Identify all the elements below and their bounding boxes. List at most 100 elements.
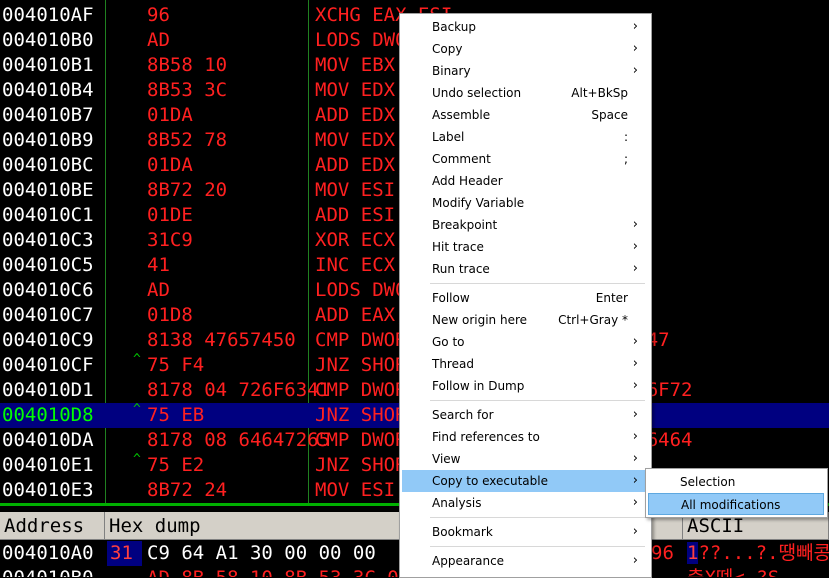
submenu-arrow-icon: › xyxy=(632,63,638,78)
menu-item-label: Comment xyxy=(432,152,491,166)
menu-separator xyxy=(430,546,645,547)
menu-item-label[interactable]: Label: xyxy=(402,126,648,148)
disasm-address: 004010C7 xyxy=(2,304,94,326)
menu-item-label: Thread xyxy=(432,357,474,371)
menu-item-appearance[interactable]: Appearance › xyxy=(402,550,648,572)
menu-item-shortcut: Enter xyxy=(595,291,628,305)
menu-item-hit-trace[interactable]: Hit trace › xyxy=(402,236,648,258)
menu-item-copy[interactable]: Copy › xyxy=(402,38,648,60)
disasm-address: 004010B4 xyxy=(2,79,94,101)
dump-hex-bytes: C9 64 A1 30 00 00 00 xyxy=(147,542,376,564)
submenu-arrow-icon: › xyxy=(632,473,638,488)
menu-item-modify-variable[interactable]: Modify Variable xyxy=(402,192,648,214)
disasm-address: 004010AF xyxy=(2,4,94,26)
submenu-arrow-icon: › xyxy=(632,495,638,510)
jump-arrow-icon: ^ xyxy=(133,402,141,417)
address-column-header[interactable]: Address xyxy=(0,512,105,540)
menu-item-follow[interactable]: Follow Enter xyxy=(402,287,648,309)
menu-item-go-to[interactable]: Go to › xyxy=(402,331,648,353)
disasm-address: 004010B1 xyxy=(2,54,94,76)
disasm-address: 004010CF xyxy=(2,354,94,376)
context-menu[interactable]: Backup › Copy › Binary › Undo selection Alt+BkS… xyxy=(399,13,652,578)
submenu-item-selection[interactable]: Selection xyxy=(648,471,824,493)
disasm-address: 004010C6 xyxy=(2,279,94,301)
disasm-address: 004010B9 xyxy=(2,129,94,151)
menu-item-label: Analysis xyxy=(432,496,482,510)
menu-item-copy-to-executable[interactable]: Copy to executable › xyxy=(402,470,648,492)
disasm-address: 004010C1 xyxy=(2,204,94,226)
submenu-arrow-icon: › xyxy=(632,261,638,276)
menu-item-undo-selection[interactable]: Undo selection Alt+BkSp xyxy=(402,82,648,104)
menu-item-shortcut: Alt+BkSp xyxy=(571,86,628,100)
menu-item-label: Backup xyxy=(432,20,476,34)
disasm-hex-bytes: 8B53 3C xyxy=(147,79,228,101)
disasm-hex-bytes: 01DA xyxy=(147,154,193,176)
menu-item-label: Copy to executable xyxy=(432,474,548,488)
disasm-hex-bytes: 75 E2 xyxy=(147,454,205,476)
menu-item-find-references-to[interactable]: Find references to › xyxy=(402,426,648,448)
submenu-arrow-icon: › xyxy=(632,334,638,349)
menu-item-label: Copy xyxy=(432,42,463,56)
menu-item-label: Find references to xyxy=(432,430,540,444)
disasm-address: 004010BC xyxy=(2,154,94,176)
menu-item-add-header[interactable]: Add Header xyxy=(402,170,648,192)
menu-item-view[interactable]: View › xyxy=(402,448,648,470)
menu-item-label: Appearance xyxy=(432,554,505,568)
menu-separator xyxy=(430,283,645,284)
dump-ascii: 1??...?.땡빼콩 xyxy=(687,541,829,566)
submenu-arrow-icon: › xyxy=(632,217,638,232)
disasm-address: 004010E1 xyxy=(2,454,94,476)
menu-item-backup[interactable]: Backup › xyxy=(402,16,648,38)
menu-item-shortcut: Ctrl+Gray * xyxy=(558,313,628,327)
menu-item-label: Go to xyxy=(432,335,465,349)
disasm-hex-bytes: 8178 04 726F6341 xyxy=(147,379,331,401)
menu-item-shortcut: ; xyxy=(623,152,628,166)
copy-to-executable-submenu[interactable]: Selection All modifications xyxy=(645,468,828,518)
menu-item-label: Undo selection xyxy=(432,86,522,100)
menu-item-breakpoint[interactable]: Breakpoint › xyxy=(402,214,648,236)
menu-item-assemble[interactable]: Assemble Space xyxy=(402,104,648,126)
menu-item-run-trace[interactable]: Run trace › xyxy=(402,258,648,280)
submenu-arrow-icon: › xyxy=(632,407,638,422)
menu-item-new-origin-here[interactable]: New origin here Ctrl+Gray * xyxy=(402,309,648,331)
menu-item-binary[interactable]: Binary › xyxy=(402,60,648,82)
menu-item-label: Add Header xyxy=(432,174,503,188)
disasm-address: 004010B0 xyxy=(2,29,94,51)
menu-item-label: Breakpoint xyxy=(432,218,498,232)
submenu-arrow-icon: › xyxy=(632,356,638,371)
disasm-hex-bytes: 01DE xyxy=(147,204,193,226)
submenu-arrow-icon: › xyxy=(632,451,638,466)
disasm-hex-bytes: 96 xyxy=(147,4,170,26)
dump-address: 004010B0 xyxy=(2,566,94,577)
menu-item-bookmark[interactable]: Bookmark › xyxy=(402,521,648,543)
disasm-hex-bytes: AD xyxy=(147,279,170,301)
menu-item-analysis[interactable]: Analysis › xyxy=(402,492,648,514)
disasm-hex-bytes: 8B72 20 xyxy=(147,179,228,201)
menu-item-label: Bookmark xyxy=(432,525,493,539)
submenu-arrow-icon: › xyxy=(632,524,638,539)
submenu-arrow-icon: › xyxy=(632,378,638,393)
menu-item-label: Modify Variable xyxy=(432,196,525,210)
menu-item-search-for[interactable]: Search for › xyxy=(402,404,648,426)
jump-arrow-icon: ^ xyxy=(133,352,141,367)
disasm-address: 004010C5 xyxy=(2,254,94,276)
disasm-hex-bytes: 31C9 xyxy=(147,229,193,251)
menu-item-label: Follow xyxy=(432,291,470,305)
menu-item-follow-in-dump[interactable]: Follow in Dump › xyxy=(402,375,648,397)
submenu-arrow-icon: › xyxy=(632,553,638,568)
menu-item-label: Run trace xyxy=(432,262,490,276)
dump-selected-byte[interactable]: 31 xyxy=(107,541,142,566)
menu-item-comment[interactable]: Comment; xyxy=(402,148,648,170)
dump-hex-bytes: AD 8B 58 10 8B 53 3C 01 xyxy=(147,566,410,577)
disasm-hex-bytes: AD xyxy=(147,29,170,51)
menu-item-thread[interactable]: Thread › xyxy=(402,353,648,375)
submenu-arrow-icon: › xyxy=(632,239,638,254)
menu-item-label: New origin here xyxy=(432,313,528,327)
dump-address: 004010A0 xyxy=(2,542,94,564)
dump-ascii-selected: 1 xyxy=(687,542,699,564)
submenu-item-all-modifications[interactable]: All modifications xyxy=(648,493,824,515)
disasm-address: 004010C9 xyxy=(2,329,94,351)
disasm-address: 004010B7 xyxy=(2,104,94,126)
disasm-address: 004010BE xyxy=(2,179,94,201)
dump-ascii: 춥X뗴<.?S xyxy=(687,566,779,577)
